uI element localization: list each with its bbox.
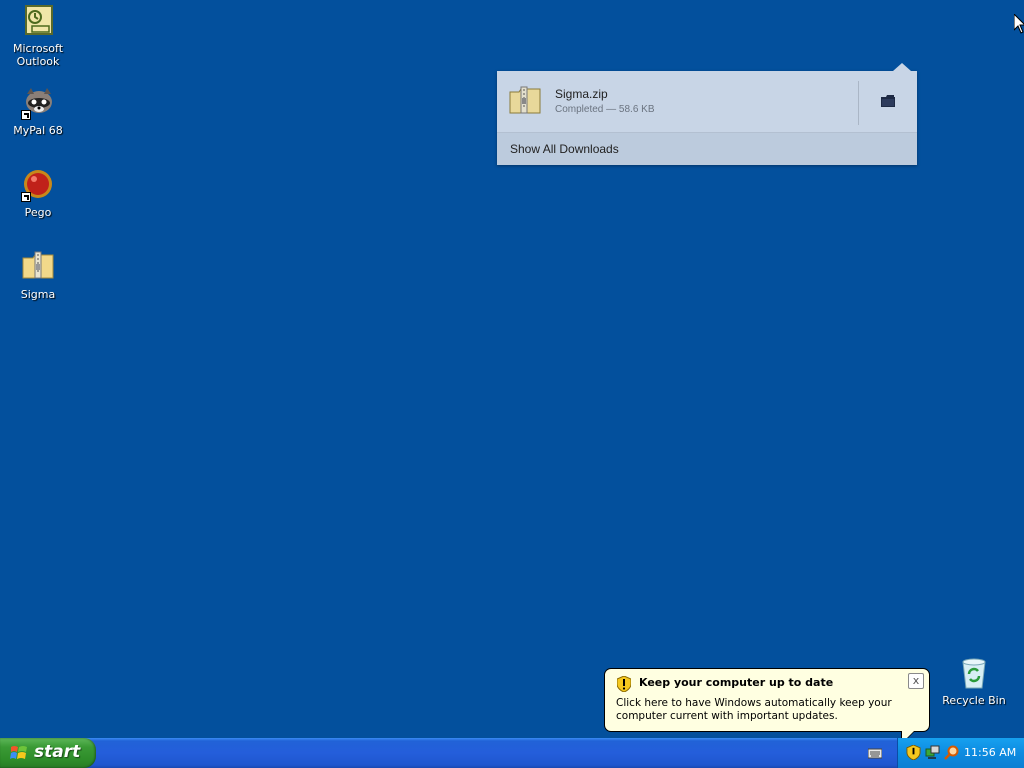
downloads-panel: Sigma.zip Completed — 58.6 KB Show All D… <box>497 63 917 165</box>
keyboard-icon[interactable] <box>868 747 882 759</box>
mypal-raccoon-icon <box>21 86 55 120</box>
desktop-icon-mypal[interactable]: MyPal 68 <box>0 86 76 137</box>
desktop-icon-label: MyPal 68 <box>13 124 63 137</box>
desktop-icon-sigma[interactable]: Sigma <box>0 250 76 301</box>
balloon-body[interactable]: Click here to have Windows automatically… <box>616 697 916 723</box>
shortcut-arrow-icon <box>21 110 31 120</box>
pego-red-ball-icon <box>21 168 55 202</box>
desktop-icon-outlook[interactable]: Microsoft Outlook <box>0 4 76 68</box>
taskbar: start 11:56 AM <box>0 738 1024 768</box>
open-containing-folder-button[interactable] <box>859 71 917 132</box>
outlook-icon <box>21 4 55 38</box>
windows-logo-icon <box>10 746 27 759</box>
search-icon[interactable] <box>944 745 959 760</box>
start-label: start <box>34 742 81 762</box>
balloon-title: Keep your computer up to date <box>639 676 834 689</box>
shortcut-arrow-icon <box>21 192 31 202</box>
desktop-icon-label: Sigma <box>20 288 56 301</box>
show-all-downloads-label: Show All Downloads <box>510 142 619 156</box>
start-button[interactable]: start <box>0 738 96 768</box>
recycle-bin-icon <box>957 656 991 690</box>
balloon-close-button[interactable]: x <box>908 673 924 689</box>
desktop-icon-label: Microsoft Outlook <box>12 42 64 68</box>
download-file-name: Sigma.zip <box>555 87 608 101</box>
download-status: Completed — 58.6 KB <box>555 104 655 115</box>
system-tray: 11:56 AM <box>897 738 1024 768</box>
network-icon[interactable] <box>925 745 940 760</box>
zip-folder-icon <box>509 85 541 115</box>
desktop-icon-label: Recycle Bin <box>942 694 1006 707</box>
system-clock[interactable]: 11:56 AM <box>964 746 1016 759</box>
zip-folder-icon <box>21 250 55 284</box>
mouse-pointer-icon <box>1014 14 1024 34</box>
show-all-downloads-button[interactable]: Show All Downloads <box>497 133 917 165</box>
download-item[interactable]: Sigma.zip Completed — 58.6 KB <box>497 71 917 132</box>
desktop-icon-recycle-bin[interactable]: Recycle Bin <box>936 656 1012 707</box>
update-balloon-tip[interactable]: Keep your computer up to date Click here… <box>604 668 930 745</box>
desktop-icon-label: Pego <box>24 206 52 219</box>
shield-icon <box>617 676 631 692</box>
panel-arrow <box>893 63 911 71</box>
desktop-icon-pego[interactable]: Pego <box>0 168 76 219</box>
security-shield-icon[interactable] <box>906 745 921 760</box>
folder-icon <box>881 95 895 107</box>
